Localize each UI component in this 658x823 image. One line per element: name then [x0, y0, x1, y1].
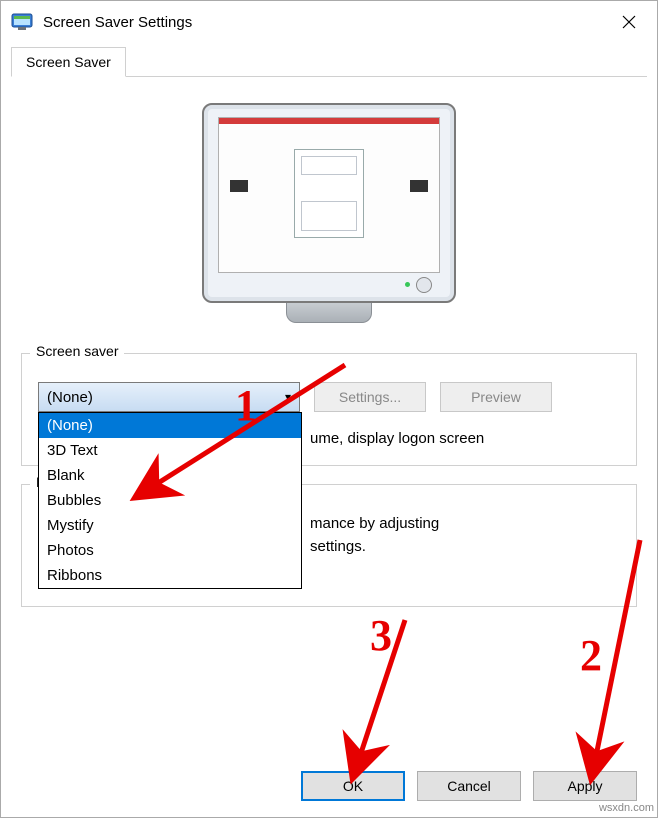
preview-area: [21, 87, 637, 347]
screensaver-group: Screen saver (None) ▾ (None) 3D Text Bla…: [21, 353, 637, 466]
dropdown-list: (None) 3D Text Blank Bubbles Mystify Pho…: [38, 412, 302, 589]
option-mystify[interactable]: Mystify: [39, 513, 301, 538]
settings-button[interactable]: Settings...: [314, 382, 426, 412]
dropdown-selected: (None): [47, 389, 93, 406]
option-ribbons[interactable]: Ribbons: [39, 563, 301, 588]
chevron-down-icon: ▾: [285, 390, 291, 404]
close-button[interactable]: [605, 4, 653, 40]
power-line-b: settings.: [310, 538, 366, 555]
screensaver-settings-window: Screen Saver Settings Screen Saver: [0, 0, 658, 818]
power-line-a: mance by adjusting: [310, 515, 439, 532]
tab-row: Screen Saver: [11, 47, 647, 77]
monitor-preview: [202, 103, 456, 323]
client-area: Screen saver (None) ▾ (None) 3D Text Bla…: [1, 77, 657, 759]
screensaver-dropdown[interactable]: (None) ▾ (None) 3D Text Blank Bubbles My…: [38, 382, 300, 412]
button-bar: OK Cancel Apply: [1, 759, 657, 817]
apply-button[interactable]: Apply: [533, 771, 637, 801]
option-photos[interactable]: Photos: [39, 538, 301, 563]
tab-screensaver[interactable]: Screen Saver: [11, 47, 126, 77]
option-blank[interactable]: Blank: [39, 463, 301, 488]
option-3dtext[interactable]: 3D Text: [39, 438, 301, 463]
option-bubbles[interactable]: Bubbles: [39, 488, 301, 513]
screensaver-legend: Screen saver: [30, 343, 124, 359]
window-title: Screen Saver Settings: [43, 14, 605, 31]
preview-button[interactable]: Preview: [440, 382, 552, 412]
watermark: wsxdn.com: [599, 802, 654, 814]
ok-button[interactable]: OK: [301, 771, 405, 801]
titlebar: Screen Saver Settings: [1, 1, 657, 43]
cancel-button[interactable]: Cancel: [417, 771, 521, 801]
monitor-icon: [11, 13, 33, 31]
option-none[interactable]: (None): [39, 413, 301, 438]
